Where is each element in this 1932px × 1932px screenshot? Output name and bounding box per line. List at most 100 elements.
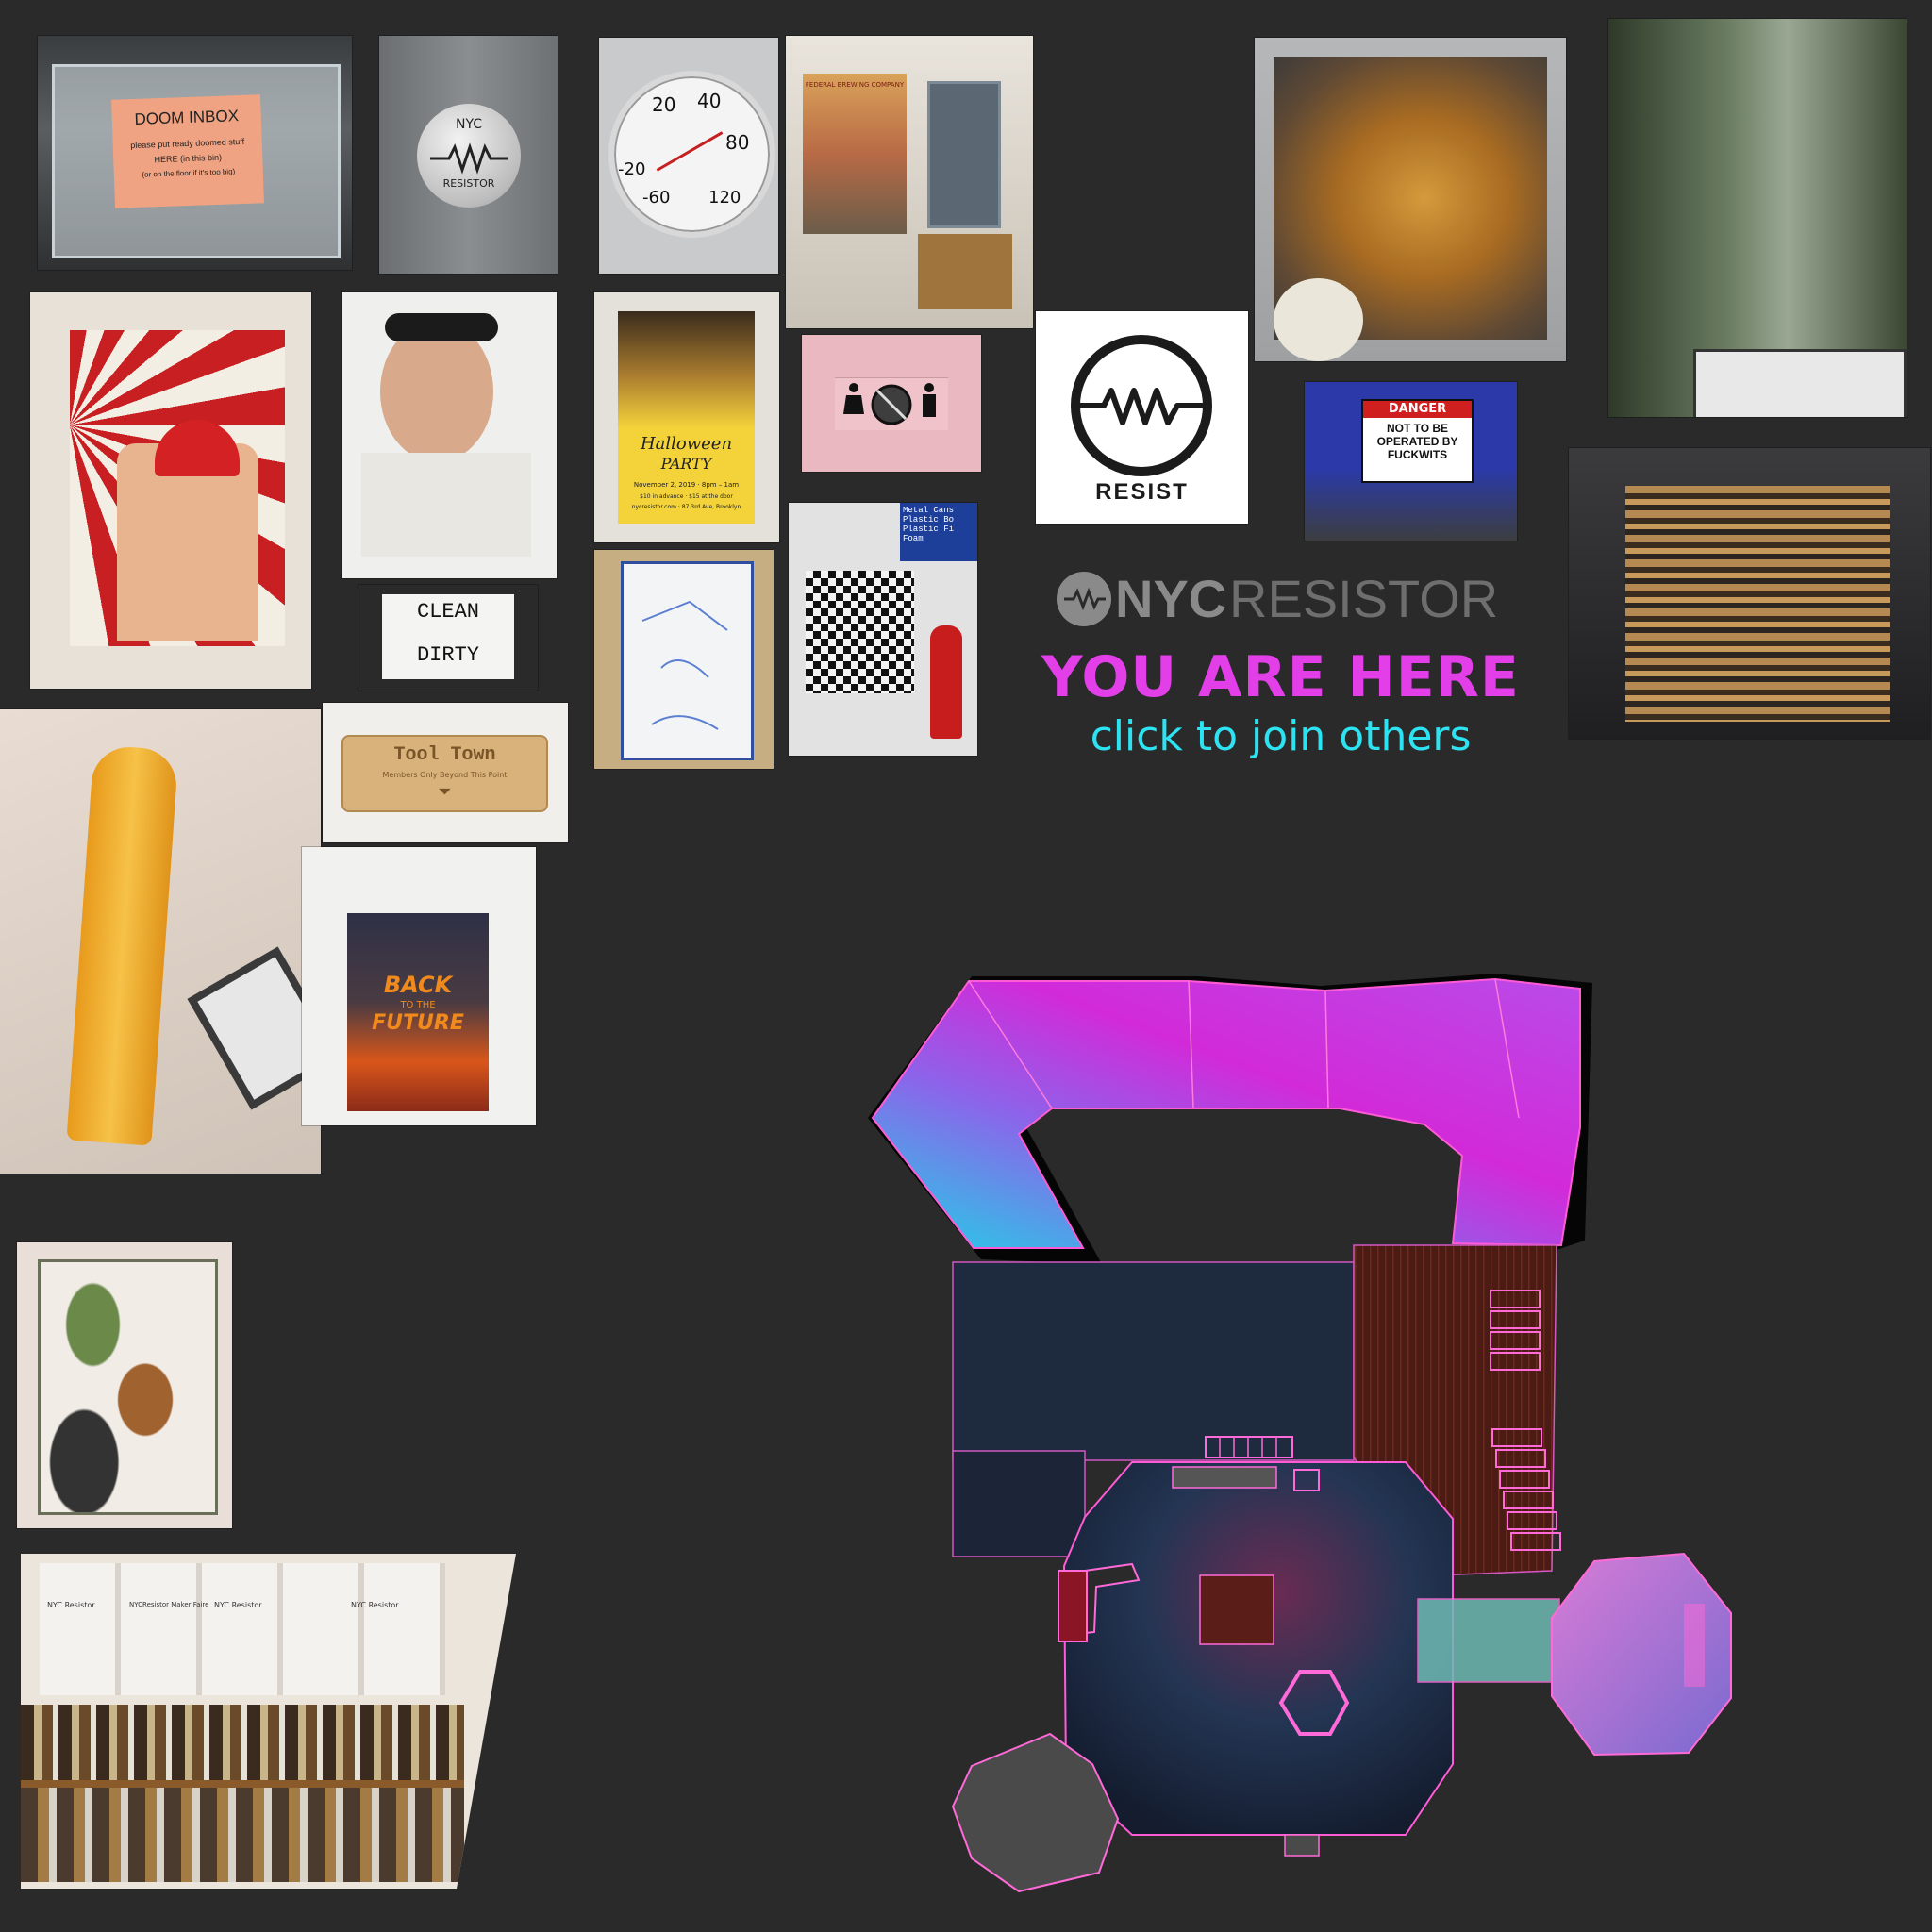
- door-bottom: [1284, 1834, 1320, 1857]
- resist-logo-tile[interactable]: RESIST: [1036, 311, 1248, 524]
- photo-bottle-shelf[interactable]: NYC Resistor NYCResistor Maker Faire NYC…: [21, 1554, 516, 1889]
- recycle-item: Plastic Bo: [903, 515, 955, 525]
- resistor-badge: NYC RESISTOR: [417, 104, 521, 208]
- photo-whiteboard[interactable]: [594, 550, 774, 769]
- photo-hooked-rug[interactable]: [17, 1242, 232, 1528]
- halloween-title: Halloween: [640, 434, 733, 454]
- doom-inbox-sign: DOOM INBOX please put ready doomed stuff…: [111, 94, 264, 208]
- wood-board: [918, 234, 1012, 309]
- payphone: [927, 81, 1001, 228]
- counter: [1172, 1466, 1277, 1489]
- floor-plan-map[interactable]: [849, 953, 1755, 1896]
- photo-payphone[interactable]: FEDERAL BREWING COMPANY: [786, 36, 1033, 328]
- restroom-sign: [835, 377, 948, 430]
- qr-mosaic: [806, 571, 914, 693]
- center-table: [1199, 1574, 1274, 1645]
- brewing-poster: FEDERAL BREWING COMPANY: [803, 74, 907, 234]
- resistor-icon: [430, 142, 508, 175]
- wood-stack: [1625, 486, 1890, 722]
- danger-header: DANGER: [1363, 401, 1472, 418]
- bttf-title-end: FUTURE: [372, 1011, 464, 1035]
- danger-sign: DANGER NOT TO BE OPERATED BY FUCKWITS: [1361, 399, 1474, 483]
- photo-halloween-poster[interactable]: Halloween PARTY November 2, 2019 · 8pm –…: [594, 292, 779, 542]
- halloween-poster: Halloween PARTY November 2, 2019 · 8pm –…: [618, 311, 755, 524]
- down-arrow-icon: ⏷: [438, 782, 452, 802]
- photo-door-badge[interactable]: NYC RESISTOR: [379, 36, 558, 274]
- photo-qr-mosaic[interactable]: Metal Cans Plastic Bo Plastic Fi Foam: [789, 503, 977, 756]
- corridor: [871, 977, 1581, 1249]
- halloween-info: $10 in advance · $15 at the door: [640, 493, 733, 500]
- bttf-title: BACK: [383, 972, 453, 998]
- you-are-here-label: YOU ARE HERE: [1041, 644, 1520, 710]
- doodle-icon: [641, 600, 728, 730]
- bttf-poster: BACK TO THE FUTURE: [347, 913, 489, 1111]
- recycle-item: Metal Cans: [903, 506, 955, 515]
- tool-town-subtitle: Members Only Beyond This Point: [382, 771, 508, 779]
- recycle-item: Foam: [903, 534, 924, 543]
- clean-label: CLEAN: [416, 600, 479, 624]
- spice-jars: [21, 1788, 464, 1882]
- dial-needle: [656, 131, 724, 172]
- whiteboard: [1693, 349, 1907, 417]
- photo-boy-poster[interactable]: [342, 292, 557, 578]
- rack-right: [1684, 1604, 1705, 1687]
- doom-inbox-line: (or on the floor if it's too big): [142, 167, 236, 179]
- main-room-bottom: [952, 1450, 1086, 1557]
- dial-label: 120: [708, 188, 741, 208]
- octagon-room: [1062, 1461, 1454, 1836]
- photo-tool-town[interactable]: Tool Town Members Only Beyond This Point…: [323, 703, 568, 842]
- join-others-link[interactable]: click to join others: [1033, 712, 1528, 760]
- photo-doom-inbox[interactable]: DOOM INBOX please put ready doomed stuff…: [38, 36, 352, 270]
- wordmark-nyc: NYC: [1115, 569, 1227, 628]
- fire-extinguisher: [930, 625, 962, 739]
- resist-label: RESIST: [1095, 479, 1189, 505]
- bttf-title-mid: TO THE: [400, 1000, 436, 1010]
- photo-wood-rack[interactable]: [1569, 448, 1930, 739]
- photo-restroom-door[interactable]: [802, 335, 981, 472]
- resistor-wave-icon: [1064, 587, 1106, 611]
- photo-danger-sign[interactable]: DANGER NOT TO BE OPERATED BY FUCKWITS: [1305, 382, 1517, 541]
- flyer-text: NYCResistor Maker Faire: [129, 1601, 209, 1608]
- energy-dome-hat: [155, 420, 240, 476]
- cat-ears: [385, 313, 498, 341]
- main-room-top: [952, 1261, 1355, 1461]
- paper-lantern: [1274, 278, 1363, 361]
- photo-devo-poster[interactable]: [30, 292, 311, 689]
- flyer-text: NYC Resistor: [214, 1601, 262, 1609]
- resistor-circle-icon: [1057, 572, 1111, 626]
- devo-canvas: [70, 330, 285, 646]
- yellow-suit-figure: [66, 744, 179, 1146]
- floor-plan-svg: [868, 974, 1732, 1893]
- photo-clean-dirty[interactable]: CLEAN DIRTY: [358, 585, 538, 691]
- photo-bttf-poster[interactable]: BACK TO THE FUTURE: [302, 847, 536, 1125]
- window: [187, 946, 321, 1110]
- red-couch: [1058, 1570, 1088, 1642]
- liquor-bottles: [21, 1705, 464, 1780]
- recycle-item: Plastic Fi: [903, 525, 955, 534]
- poster-title: FEDERAL BREWING COMPANY: [805, 81, 905, 89]
- halloween-date: November 2, 2019 · 8pm – 1am: [633, 481, 740, 489]
- badge-text-bottom: RESISTOR: [442, 177, 495, 190]
- tool-town-title: Tool Town: [393, 744, 496, 766]
- nycresistor-wordmark[interactable]: NYC RESISTOR: [1057, 566, 1498, 632]
- tool-town-sign: Tool Town Members Only Beyond This Point…: [341, 735, 548, 812]
- doom-inbox-line: please put ready doomed stuff: [130, 136, 245, 151]
- danger-body: NOT TO BE OPERATED BY FUCKWITS: [1376, 422, 1458, 461]
- photo-lion-painting[interactable]: [1255, 38, 1566, 361]
- dial-label: -60: [642, 188, 671, 208]
- photo-forest-wall[interactable]: [1608, 19, 1907, 417]
- thermometer-dial: 20 40 80 -20 -60 120: [608, 71, 775, 238]
- wordmark-resistor: RESISTOR: [1229, 569, 1499, 628]
- side-corridor: [1417, 1598, 1560, 1683]
- photo-yellow-suit-cutout[interactable]: [0, 709, 321, 1174]
- halloween-subtitle: PARTY: [660, 455, 712, 473]
- clean-dirty-card: CLEAN DIRTY: [382, 594, 514, 679]
- boy-shirt: [361, 453, 531, 557]
- flyer-text: NYC Resistor: [351, 1601, 399, 1609]
- halloween-site: nycresistor.com · 87 3rd Ave, Brooklyn: [631, 504, 741, 510]
- dial-label: -20: [618, 159, 646, 179]
- photo-thermometer[interactable]: 20 40 80 -20 -60 120: [599, 38, 778, 274]
- recycling-sign: Metal Cans Plastic Bo Plastic Fi Foam: [900, 503, 977, 561]
- boy-face: [380, 321, 493, 462]
- dial-label: 80: [725, 131, 750, 154]
